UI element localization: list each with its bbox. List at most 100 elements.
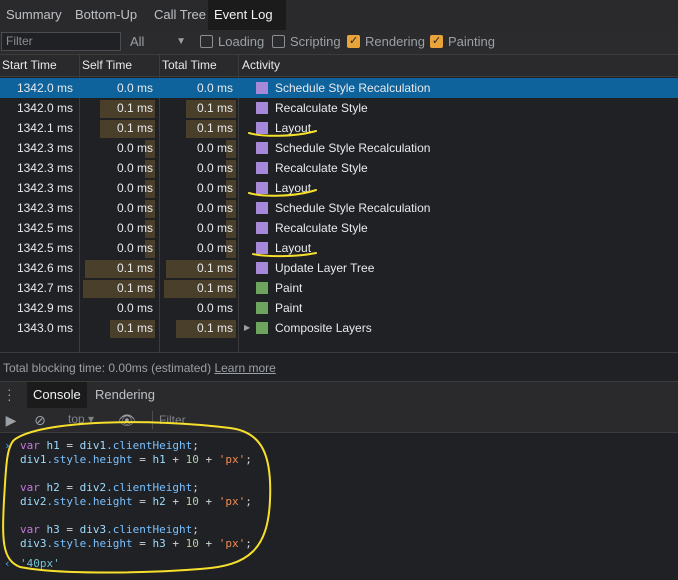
expand-arrow-icon[interactable]: ▶ — [244, 318, 250, 338]
start-time-cell: 1342.7 ms — [16, 281, 73, 295]
code-punctuation: + — [165, 495, 186, 508]
result-arrow-icon: ‹ — [4, 557, 11, 570]
table-row[interactable]: 1342.5 ms 0.0 ms 0.0 ms Layout — [0, 238, 678, 258]
code-punctuation: + — [165, 537, 186, 550]
category-swatch — [256, 282, 268, 294]
self-time-cell: 0.0 ms — [116, 201, 153, 215]
checkbox-box[interactable] — [200, 35, 213, 48]
table-row[interactable]: 1342.9 ms 0.0 ms 0.0 ms Paint — [0, 298, 678, 318]
total-time-cell: 0.1 ms — [196, 261, 233, 275]
category-swatch — [256, 102, 268, 114]
code-identifier: h2 — [46, 481, 60, 494]
code-punctuation: + — [165, 453, 186, 466]
checkbox-box[interactable] — [347, 34, 360, 48]
activity-label: Paint — [275, 281, 303, 295]
context-label: top — [68, 412, 85, 426]
table-row[interactable]: 1342.5 ms 0.0 ms 0.0 ms Recalculate Style — [0, 218, 678, 238]
checkbox-painting[interactable]: Painting — [430, 34, 495, 49]
category-swatch — [256, 122, 268, 134]
table-row[interactable]: 1342.6 ms 0.1 ms 0.1 ms Update Layer Tree — [0, 258, 678, 278]
start-time-cell: 1342.3 ms — [16, 161, 73, 175]
clear-console-icon[interactable]: ⊘ — [32, 412, 48, 428]
checkbox-box[interactable] — [272, 35, 285, 48]
eye-icon[interactable]: 👁 — [118, 412, 136, 428]
category-swatch — [256, 242, 268, 254]
code-property: .style — [46, 537, 87, 550]
code-number: 10 — [185, 495, 199, 508]
code-punctuation: = — [132, 453, 153, 466]
filter-toolbar: Filter All ▼ Loading Scripting Rendering… — [0, 30, 678, 55]
code-punctuation: ; — [192, 439, 199, 452]
table-row[interactable]: 1342.0 ms 0.0 ms 0.0 ms Schedule Style Reca… — [0, 78, 678, 98]
start-time-cell: 1342.5 ms — [16, 241, 73, 255]
code-punctuation: + — [198, 495, 219, 508]
table-row[interactable]: 1342.3 ms 0.0 ms 0.0 ms Schedule Style Reca… — [0, 138, 678, 158]
table-row[interactable]: 1342.7 ms 0.1 ms 0.1 ms Paint — [0, 278, 678, 298]
table-row[interactable]: 1342.3 ms 0.0 ms 0.0 ms Layout — [0, 178, 678, 198]
self-time-cell: 0.0 ms — [116, 301, 153, 315]
input-prompt-icon: › — [4, 439, 11, 452]
start-time-cell: 1342.9 ms — [16, 301, 73, 315]
category-swatch — [256, 162, 268, 174]
category-swatch — [256, 82, 268, 94]
self-time-cell: 0.0 ms — [116, 141, 153, 155]
column-activity[interactable]: Activity — [240, 55, 280, 76]
code-identifier: div3 — [20, 537, 47, 550]
chevron-down-icon: ▼ — [176, 36, 186, 47]
table-row[interactable]: 1343.0 ms 0.1 ms 0.1 ms ▶ Composite Layers — [0, 318, 678, 338]
checkbox-rendering[interactable]: Rendering — [347, 34, 425, 49]
checkbox-scripting[interactable]: Scripting — [272, 35, 341, 49]
code-property: .style — [46, 453, 87, 466]
code-identifier: div2 — [20, 495, 47, 508]
category-swatch — [256, 302, 268, 314]
tab-bottom-up[interactable]: Bottom-Up — [69, 0, 143, 30]
event-filter-input[interactable]: Filter — [1, 32, 121, 51]
table-row[interactable]: 1342.3 ms 0.0 ms 0.0 ms Recalculate Style — [0, 158, 678, 178]
code-string: 'px' — [218, 537, 246, 550]
tab-event-log[interactable]: Event Log — [208, 0, 286, 30]
start-time-cell: 1342.3 ms — [16, 181, 73, 195]
total-time-cell: 0.1 ms — [196, 321, 233, 335]
table-row[interactable]: 1342.1 ms 0.1 ms 0.1 ms Layout — [0, 118, 678, 138]
start-time-cell: 1342.0 ms — [16, 101, 73, 115]
activity-label: Layout — [275, 241, 312, 255]
column-self-time[interactable]: Self Time — [80, 55, 132, 76]
table-row[interactable]: 1342.0 ms 0.1 ms 0.1 ms Recalculate Style — [0, 98, 678, 118]
checkbox-label: Rendering — [365, 34, 425, 49]
checkbox-label: Scripting — [290, 34, 341, 49]
activity-label: Update Layer Tree — [275, 261, 375, 275]
console-code-line: var h1 = div1.clientHeight; — [20, 439, 199, 453]
category-swatch — [256, 142, 268, 154]
duration-select[interactable]: All ▼ — [130, 33, 188, 51]
start-time-cell: 1342.1 ms — [16, 121, 73, 135]
code-identifier: div1 — [79, 439, 107, 452]
code-property: .clientHeight — [106, 481, 193, 494]
column-total-time[interactable]: Total Time — [160, 55, 217, 76]
code-identifier: h3 — [152, 537, 166, 550]
category-swatch — [256, 262, 268, 274]
context-selector[interactable]: top ▾ — [68, 412, 94, 426]
code-punctuation: ; — [192, 523, 199, 536]
more-options-icon[interactable]: · · · — [7, 382, 12, 406]
code-string: 'px' — [218, 495, 246, 508]
checkbox-loading[interactable]: Loading — [200, 35, 264, 49]
code-number: 10 — [185, 537, 199, 550]
tab-call-tree[interactable]: Call Tree — [148, 0, 212, 30]
learn-more-link[interactable]: Learn more — [214, 361, 275, 375]
tab-rendering[interactable]: Rendering — [89, 382, 161, 408]
code-identifier: h1 — [152, 453, 166, 466]
tab-summary[interactable]: Summary — [0, 0, 68, 30]
console-output[interactable]: › var h1 = div1.clientHeight; div1.style.… — [0, 433, 678, 580]
code-number: 10 — [185, 453, 199, 466]
sidebar-toggle-icon[interactable]: ▶ — [3, 412, 19, 428]
console-filter-input[interactable]: Filter — [152, 411, 678, 429]
table-row[interactable]: 1342.3 ms 0.0 ms 0.0 ms Schedule Style Reca… — [0, 198, 678, 218]
column-start-time[interactable]: Start Time — [0, 55, 57, 76]
drawer-tabbar: · · · Console Rendering — [0, 381, 678, 409]
checkbox-box[interactable] — [430, 34, 443, 48]
tab-console[interactable]: Console — [27, 382, 87, 408]
total-time-cell: 0.1 ms — [196, 101, 233, 115]
console-code-line: var h2 = div2.clientHeight; — [20, 481, 199, 495]
start-time-cell: 1342.3 ms — [16, 141, 73, 155]
activity-label: Composite Layers — [275, 321, 372, 335]
